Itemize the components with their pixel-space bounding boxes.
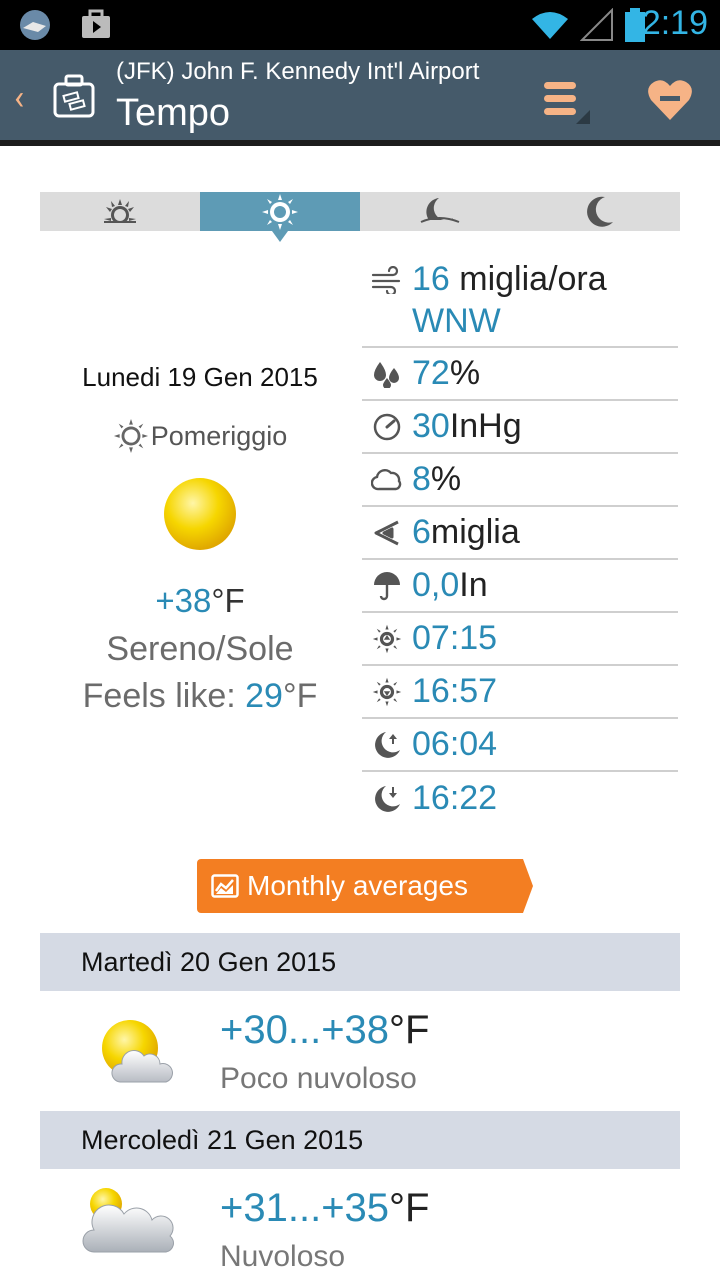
forecast-temp-unit: °F <box>389 1008 430 1052</box>
forecast-temp-range: +31...+35 <box>220 1186 390 1230</box>
menu-icon[interactable] <box>540 74 592 126</box>
wind-unit: miglia/ora <box>449 260 607 298</box>
wind-speed: 16 <box>412 260 450 298</box>
cloudy-icon <box>82 1188 174 1253</box>
forecast-condition: Nuvoloso <box>220 1240 346 1273</box>
monthly-averages-button[interactable]: Monthly averages <box>197 859 533 913</box>
precipitation-value: 0,0 <box>412 566 460 604</box>
chart-icon <box>211 874 239 898</box>
forecast-day-header: Mercoledì 21 Gen 2015 <box>40 1111 680 1169</box>
sunrise-time-icon <box>372 624 402 653</box>
media-notification-icon <box>82 9 110 38</box>
luggage-icon[interactable] <box>52 72 96 120</box>
wind-direction: WNW <box>412 302 501 340</box>
cloud-unit: % <box>430 460 462 498</box>
visibility-value: 6 <box>412 513 431 551</box>
tab-night[interactable] <box>520 192 680 231</box>
detail-precipitation: 0,0 In <box>362 560 678 613</box>
moonset-value: 16:22 <box>412 779 498 817</box>
forecast-temp-range: +30...+38 <box>220 1008 390 1052</box>
action-bar-shadow <box>0 140 720 146</box>
signal-icon <box>580 8 613 41</box>
sunrise-value: 07:15 <box>412 619 498 657</box>
monthly-averages-label: Monthly averages <box>247 870 469 901</box>
clear-sun-icon <box>164 478 236 550</box>
forecast-temperature: +31...+35°F <box>220 1186 429 1231</box>
current-condition: Sereno/Sole <box>106 630 294 668</box>
period-tabs <box>40 192 680 242</box>
status-bar: 2:19 <box>0 0 720 50</box>
back-chevron-icon[interactable]: ‹ <box>14 78 24 118</box>
cloud-icon <box>371 468 402 490</box>
action-bar: ‹ (JFK) John F. Kennedy Int'l Airport Te… <box>0 50 720 146</box>
sunset-time-icon <box>372 677 402 706</box>
sunset-value: 16:57 <box>412 672 498 710</box>
detail-visibility: 6 miglia <box>362 507 678 560</box>
app-notification-icon <box>20 10 50 40</box>
pressure-gauge-icon <box>373 413 401 440</box>
forecast-day-header: Martedì 20 Gen 2015 <box>40 933 680 991</box>
feels-unit: °F <box>282 677 318 715</box>
sun-outline-icon <box>113 418 148 454</box>
partly-cloudy-icon <box>102 1020 173 1083</box>
detail-pressure: 30 InHg <box>362 401 678 454</box>
forecast-condition: Poco nuvoloso <box>220 1062 417 1095</box>
humidity-value: 72 <box>412 354 450 392</box>
status-clock: 2:19 <box>641 4 708 42</box>
cloud-value: 8 <box>412 460 431 498</box>
detail-sunset: 16:57 <box>362 666 678 719</box>
pressure-unit: InHg <box>449 407 522 445</box>
umbrella-icon <box>374 571 400 600</box>
moonrise-icon <box>375 731 400 758</box>
detail-humidity: 72% <box>362 348 678 401</box>
visibility-icon <box>374 520 399 545</box>
temp-value: +38 <box>155 582 212 619</box>
detail-wind: 16 miglia/ora WNW <box>362 252 678 348</box>
current-period: Pomeriggio <box>40 418 360 454</box>
temp-unit: °F <box>211 582 245 619</box>
pressure-value: 30 <box>412 407 450 445</box>
current-temperature: +38°F <box>40 582 360 620</box>
humidity-icon <box>374 361 399 388</box>
detail-sunrise: 07:15 <box>362 613 678 666</box>
sunrise-icon <box>102 198 138 227</box>
forecast-temperature: +30...+38°F <box>220 1008 429 1053</box>
feels-label: Feels like: <box>82 677 246 715</box>
visibility-unit: miglia <box>430 513 520 551</box>
tab-morning[interactable] <box>40 192 200 231</box>
page-title: Tempo <box>116 92 231 134</box>
moonset-icon <box>419 197 461 228</box>
period-label: Pomeriggio <box>150 420 288 451</box>
wind-icon <box>371 266 401 294</box>
airport-subtitle: (JFK) John F. Kennedy Int'l Airport <box>116 58 480 85</box>
moonrise-value: 06:04 <box>412 725 498 763</box>
current-date: Lunedi 19 Gen 2015 <box>82 362 318 392</box>
humidity-unit: % <box>449 354 481 392</box>
forecast-temp-unit: °F <box>389 1186 430 1230</box>
favorite-remove-icon[interactable] <box>646 76 694 124</box>
wifi-icon <box>532 12 568 39</box>
moon-icon <box>587 196 613 227</box>
sun-icon <box>262 193 298 230</box>
detail-moonrise: 06:04 <box>362 719 678 772</box>
moonset-time-icon <box>375 785 400 812</box>
weather-details: 16 miglia/ora WNW 72% 30 InHg 8% 6 miglia… <box>362 252 678 825</box>
detail-cloud: 8% <box>362 454 678 507</box>
tab-afternoon[interactable] <box>200 192 360 242</box>
precipitation-unit: In <box>459 566 488 604</box>
tab-evening[interactable] <box>360 192 520 231</box>
feels-value: 29 <box>245 677 283 715</box>
detail-moonset: 16:22 <box>362 772 678 825</box>
feels-like: Feels like: 29°F <box>40 677 360 716</box>
